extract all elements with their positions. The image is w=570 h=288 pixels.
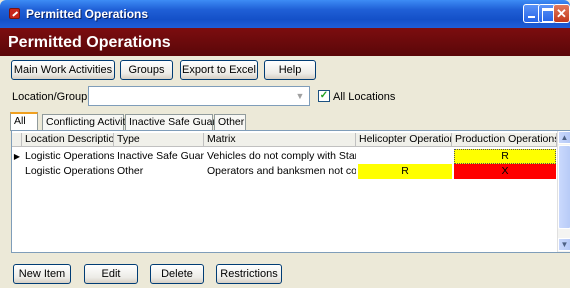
main-work-activities-button[interactable]: Main Work Activities [11, 60, 115, 80]
table-cell[interactable]: Other [114, 164, 204, 179]
table-cell[interactable]: Logistic Operations [22, 164, 114, 179]
window-titlebar[interactable]: Permitted Operations ✕ [0, 0, 570, 28]
scroll-down-icon[interactable]: ▼ [558, 238, 570, 251]
table-cell[interactable]: Inactive Safe Guard [114, 149, 204, 164]
close-icon: ✕ [556, 6, 567, 21]
restrictions-button[interactable]: Restrictions [216, 264, 282, 284]
delete-button[interactable]: Delete [150, 264, 204, 284]
column-header-type[interactable]: Type [114, 133, 204, 147]
column-header-production-operations[interactable]: Production Operations [452, 133, 557, 147]
current-row-arrow-icon: ▶ [13, 152, 21, 161]
tab-other[interactable]: Other [214, 114, 246, 130]
location-group-label: Location/Group [12, 91, 88, 103]
all-locations-checkbox[interactable]: ✓ [318, 90, 330, 102]
all-locations-label: All Locations [333, 91, 396, 103]
app-icon [9, 8, 20, 19]
permitted-operations-grid[interactable]: Location Description Type Matrix Helicop… [11, 130, 570, 253]
table-cell[interactable]: X [454, 164, 556, 179]
table-cell[interactable] [356, 149, 452, 164]
page-title: Permitted Operations [8, 34, 171, 51]
column-header-helicopter-operations[interactable]: Helicopter Operations [356, 133, 452, 147]
column-header-matrix[interactable]: Matrix [204, 133, 356, 147]
chevron-down-icon[interactable]: ▼ [293, 89, 307, 103]
help-button[interactable]: Help [264, 60, 316, 80]
tab-conflicting-activity[interactable]: Conflicting Activity [42, 114, 131, 130]
tab-inactive-safe-guard[interactable]: Inactive Safe Guard [125, 114, 222, 130]
table-cell[interactable]: R [358, 164, 452, 179]
new-item-button[interactable]: New Item [13, 264, 71, 284]
column-header-location-description[interactable]: Location Description [22, 133, 114, 147]
groups-button[interactable]: Groups [120, 60, 173, 80]
row-header-corner [12, 133, 22, 147]
table-cell[interactable]: Operators and banksmen not compe [204, 164, 356, 179]
table-cell-selected[interactable]: R [454, 149, 556, 164]
table-cell[interactable]: Vehicles do not comply with Standar [204, 149, 356, 164]
location-group-select[interactable]: ▼ [88, 86, 310, 106]
edit-button[interactable]: Edit [84, 264, 138, 284]
page-header: Permitted Operations [0, 28, 570, 56]
export-to-excel-button[interactable]: Export to Excel [180, 60, 258, 80]
close-button[interactable]: ✕ [553, 4, 570, 23]
vertical-scrollbar[interactable]: ▲ ▼ [557, 131, 570, 252]
window-title: Permitted Operations [26, 7, 149, 21]
scrollbar-thumb[interactable] [558, 145, 570, 229]
checkmark-icon: ✓ [319, 90, 329, 101]
table-cell[interactable]: Logistic Operations [22, 149, 114, 164]
scroll-up-icon[interactable]: ▲ [558, 131, 570, 144]
tab-all[interactable]: All [10, 112, 38, 131]
